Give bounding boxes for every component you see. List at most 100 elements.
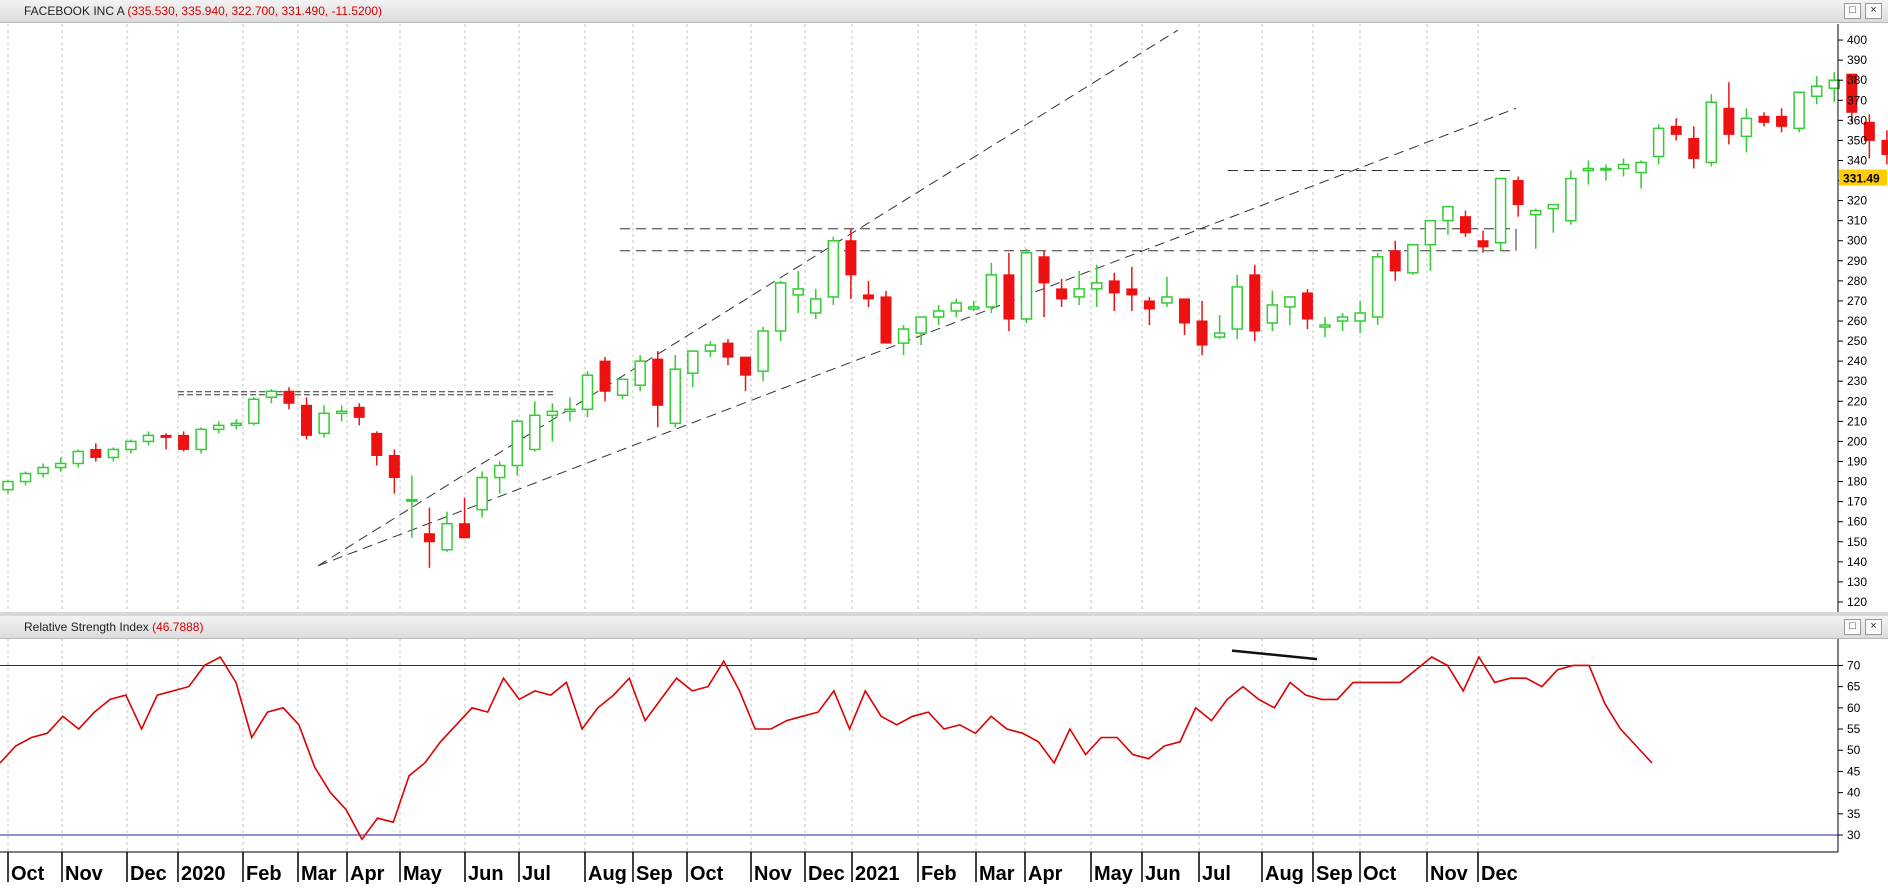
candle-body-up [669,368,682,425]
candle-body-up [1442,205,1454,222]
time-tick-label: Dec [808,863,845,885]
close-pane-button[interactable]: × [1865,3,1882,19]
price-trendlines [178,29,1517,567]
candle-body-down [1477,240,1489,248]
candle-body-up [1407,244,1419,274]
candle-body-down [845,240,857,276]
candle-body-up [2,480,14,491]
close-rsi-pane-button[interactable]: × [1865,619,1882,635]
price-tick-label: 190 [1847,454,1867,468]
rsi-plot [0,649,1838,841]
rsi-tick-label: 30 [1847,828,1861,842]
candle-body-down [1301,292,1313,320]
price-pane-header: FACEBOOK INC A (335.530, 335.940, 322.70… [0,0,1888,23]
candle-body-up [72,450,84,465]
restore-rsi-pane-button[interactable]: □ [1844,619,1861,635]
price-tick-label: 180 [1847,475,1867,489]
candle-body-up [37,466,49,475]
candle-body-up [1565,177,1577,222]
price-tick-label: 270 [1847,294,1867,308]
candle-body-up [1354,312,1366,322]
candle-body-down [459,523,471,539]
time-tick-label: Jun [468,863,504,885]
price-tick-label: 250 [1847,334,1867,348]
rsi-tick-label: 55 [1847,722,1861,736]
candle-body-down [283,390,295,404]
rsi-pane-value: (46.7888) [152,620,204,634]
candle-body-up [1494,177,1507,244]
candle-body-down [1688,137,1700,159]
candle-body-up [529,414,541,451]
time-tick-label: Jun [1145,863,1181,885]
candle-body-down [1723,107,1735,135]
candle-body-up [950,302,962,312]
price-tick-label: 230 [1847,374,1867,388]
candle-body-up [1740,117,1753,138]
price-tick-label: 170 [1847,495,1867,509]
time-tick-label: May [403,863,443,885]
rsi-divergence-line [1231,649,1318,661]
time-tick-label: Feb [246,863,282,885]
candle-body-up [1582,167,1595,172]
candle-body-up [757,330,769,372]
candle-body-up [107,448,120,459]
candle-body-up [125,440,137,451]
candle-body-up [1705,101,1718,164]
time-tick-label: Dec [130,863,167,885]
candle-body-down [1512,180,1524,206]
candle-body-up [212,424,225,431]
candle-body-up [634,360,646,386]
rsi-tick-label: 60 [1847,701,1861,715]
candle-body-up [1424,219,1437,246]
price-tick-label: 370 [1847,93,1867,107]
time-tick-label: Sep [1316,863,1353,885]
candle-body-up [968,306,980,310]
candle-body-up [318,412,330,435]
candle-body-up [1266,304,1279,324]
candle-body-down [1143,300,1155,310]
candle-body-down [90,448,102,458]
candle-body-down [599,360,611,392]
candle-body-down [1056,288,1068,300]
price-tick-label: 300 [1847,234,1867,248]
time-tick-label: Nov [1430,863,1469,885]
candle-body-up [1547,203,1560,210]
candle-body-up [1090,282,1103,290]
candle-body-up [441,522,453,551]
candle-body-down [423,533,435,543]
candle-body-up [511,420,523,467]
candle-body-down [1389,250,1401,272]
candle-body-up [265,390,278,399]
candle-body-up [1617,163,1630,170]
candle-body-down [1179,298,1191,324]
time-tick-label: Feb [921,863,957,885]
price-axis: 120 130 140 150 160 170 180 190 200 210 220 230 240 2… [1837,24,1887,612]
time-tick-label: Jul [1202,863,1231,885]
price-tick-label: 220 [1847,394,1867,408]
candle-body-up [1371,256,1384,318]
price-tick-label: 130 [1847,575,1867,589]
candle-body-up [1652,127,1665,158]
rsi-pane-header: Relative Strength Index (46.7888) □ × [0,616,1888,639]
price-tick-label: 160 [1847,515,1867,529]
price-candles [2,72,1888,568]
rsi-pane-title: Relative Strength Index [24,620,149,634]
candle-body-up [1793,91,1805,130]
candle-body-up [406,498,418,502]
candle-body-up [810,298,822,314]
candle-body-down [722,342,734,358]
candle-body-down [301,404,313,436]
candle-body-up [774,282,787,332]
candle-body-up [1073,288,1085,298]
price-tick-label: 210 [1847,414,1867,428]
rsi-tick-label: 50 [1847,743,1861,757]
candle-body-down [1776,115,1788,127]
candle-body-down [353,406,365,418]
candle-body-down [880,296,892,344]
price-pane-values: (335.530, 335.940, 322.700, 331.490, -11… [127,4,383,18]
price-tick-label: 380 [1847,73,1867,87]
candle-body-up [195,428,207,451]
candle-body-down [371,432,383,456]
restore-pane-button[interactable]: □ [1844,3,1861,19]
chart-canvas: 120 130 140 150 160 170 180 190 200 210 220 230 240 2… [0,24,1888,885]
